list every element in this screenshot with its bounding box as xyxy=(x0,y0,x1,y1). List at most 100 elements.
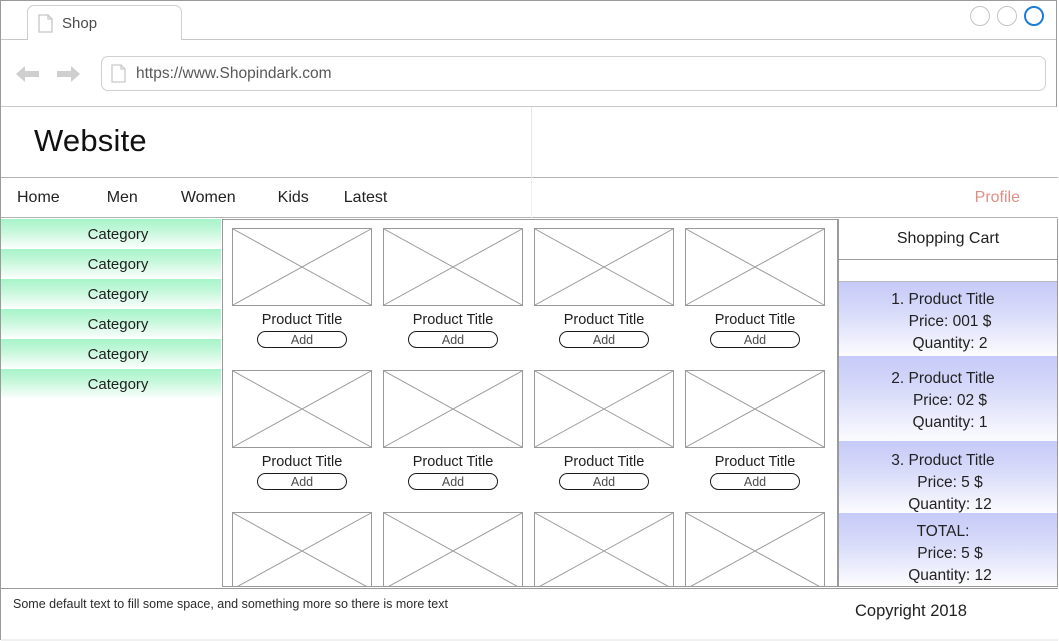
product-row: Product Title Add Product Title Add Prod… xyxy=(232,228,832,348)
document-icon xyxy=(111,64,126,83)
product-title: Product Title xyxy=(412,454,494,470)
sidebar-item-category[interactable]: Category xyxy=(1,219,221,249)
image-placeholder-icon xyxy=(685,370,825,448)
image-placeholder-icon xyxy=(685,512,825,586)
category-label: Category xyxy=(87,255,149,273)
add-to-cart-button[interactable]: Add xyxy=(559,331,649,348)
sidebar-item-category[interactable]: Category xyxy=(1,339,221,369)
footer-text: Some default text to fill some space, an… xyxy=(13,597,448,611)
site-header: Website xyxy=(1,107,1058,178)
window-controls xyxy=(970,6,1044,26)
category-label: Category xyxy=(87,225,149,243)
shopping-cart-panel: Shopping Cart 1. Product Title Price: 00… xyxy=(838,219,1058,587)
product-title: Product Title xyxy=(261,312,343,328)
sidebar-item-category[interactable]: Category xyxy=(1,279,221,309)
footer-copyright: Copyright 2018 xyxy=(855,602,967,620)
category-label: Category xyxy=(87,345,149,363)
address-bar-url: https://www.Shopindark.com xyxy=(136,64,332,82)
arrow-right-icon[interactable] xyxy=(54,60,82,88)
product-title: Product Title xyxy=(714,454,796,470)
image-placeholder-icon xyxy=(232,512,372,586)
add-to-cart-button[interactable]: Add xyxy=(408,473,498,490)
image-placeholder-icon xyxy=(383,228,523,306)
product-card[interactable]: Product Title Add xyxy=(534,228,674,348)
product-card[interactable]: Product Title Add xyxy=(383,370,523,490)
cart-item[interactable]: 3. Product Title Price: 5 $ Quantity: 12 xyxy=(839,441,1057,513)
nav-item-home[interactable]: Home xyxy=(17,189,60,207)
site-nav: Home Men Women Kids Latest Profile xyxy=(1,178,1058,218)
product-card[interactable]: Product Title Add xyxy=(232,370,372,490)
cart-header-spacer xyxy=(839,260,1057,282)
header-divider xyxy=(531,107,532,178)
sidebar-item-category[interactable]: Category xyxy=(1,369,221,399)
product-card[interactable]: Product Title Add xyxy=(685,228,825,348)
document-icon xyxy=(38,13,53,33)
add-to-cart-button[interactable]: Add xyxy=(710,331,800,348)
nav-item-men[interactable]: Men xyxy=(107,189,138,207)
minimize-button[interactable] xyxy=(970,6,990,26)
image-placeholder-icon xyxy=(534,370,674,448)
image-placeholder-icon xyxy=(232,228,372,306)
cart-item[interactable]: 2. Product Title Price: 02 $ Quantity: 1 xyxy=(839,356,1057,441)
product-row: Product Title Add Product Title Add Prod… xyxy=(232,370,832,490)
nav-item-profile[interactable]: Profile xyxy=(975,178,1020,218)
cart-total: TOTAL: Price: 5 $ Quantity: 12 xyxy=(839,513,1057,585)
product-card[interactable]: Product Title Add xyxy=(685,370,825,490)
product-card[interactable] xyxy=(383,512,523,586)
footer-divider xyxy=(1,588,1058,589)
shopping-cart-title: Shopping Cart xyxy=(839,219,1057,260)
row-spacer xyxy=(232,490,832,512)
webpage-viewport: Website Home Men Women Kids xyxy=(1,107,1058,641)
nav-item-women[interactable]: Women xyxy=(181,189,236,207)
cart-total-price: Price: 5 $ xyxy=(917,545,983,562)
cart-item-price: Price: 5 $ xyxy=(917,474,983,491)
tab-strip: Shop xyxy=(1,1,1056,41)
product-title: Product Title xyxy=(563,312,645,328)
product-card[interactable]: Product Title Add xyxy=(534,370,674,490)
add-to-cart-button[interactable]: Add xyxy=(559,473,649,490)
row-spacer xyxy=(232,348,832,370)
add-to-cart-button[interactable]: Add xyxy=(408,331,498,348)
browser-window: Shop https://www.Shopindark.com Website … xyxy=(0,0,1058,641)
nav-item-latest[interactable]: Latest xyxy=(344,189,388,207)
browser-window-screenshot: Shop https://www.Shopindark.com Website … xyxy=(0,0,1059,641)
image-placeholder-icon xyxy=(232,370,372,448)
close-button[interactable] xyxy=(1024,6,1044,26)
image-placeholder-icon xyxy=(534,228,674,306)
product-row xyxy=(232,512,832,586)
nav-items: Home Men Women Kids Latest xyxy=(1,178,387,218)
maximize-button[interactable] xyxy=(997,6,1017,26)
product-card[interactable] xyxy=(685,512,825,586)
address-bar[interactable]: https://www.Shopindark.com xyxy=(101,56,1046,91)
add-to-cart-button[interactable]: Add xyxy=(257,473,347,490)
image-placeholder-icon xyxy=(383,370,523,448)
cart-item-title: 1. Product Title xyxy=(891,291,995,308)
cart-item[interactable]: 1. Product Title Price: 001 $ Quantity: … xyxy=(839,282,1057,356)
product-card[interactable]: Product Title Add xyxy=(232,228,372,348)
category-sidebar: Category Category Category Category Cate… xyxy=(1,219,221,399)
sidebar-item-category[interactable]: Category xyxy=(1,309,221,339)
image-placeholder-icon xyxy=(534,512,674,586)
product-title: Product Title xyxy=(563,454,645,470)
page-title: Website xyxy=(34,123,147,158)
image-placeholder-icon xyxy=(383,512,523,586)
product-title: Product Title xyxy=(412,312,494,328)
cart-total-quantity: Quantity: 12 xyxy=(908,567,992,584)
arrow-left-icon[interactable] xyxy=(14,60,42,88)
product-grid: Product Title Add Product Title Add Prod… xyxy=(222,219,838,587)
cart-item-quantity: Quantity: 2 xyxy=(912,335,988,352)
product-card[interactable] xyxy=(232,512,372,586)
product-card[interactable]: Product Title Add xyxy=(383,228,523,348)
cart-item-price: Price: 001 $ xyxy=(908,313,992,330)
cart-item-title: 2. Product Title xyxy=(891,370,995,387)
browser-tab-shop[interactable]: Shop xyxy=(27,5,182,40)
cart-item-price: Price: 02 $ xyxy=(912,392,988,409)
image-placeholder-icon xyxy=(685,228,825,306)
browser-tab-label: Shop xyxy=(62,14,98,32)
nav-item-kids[interactable]: Kids xyxy=(278,189,309,207)
category-label: Category xyxy=(87,315,149,333)
sidebar-item-category[interactable]: Category xyxy=(1,249,221,279)
product-card[interactable] xyxy=(534,512,674,586)
add-to-cart-button[interactable]: Add xyxy=(257,331,347,348)
add-to-cart-button[interactable]: Add xyxy=(710,473,800,490)
